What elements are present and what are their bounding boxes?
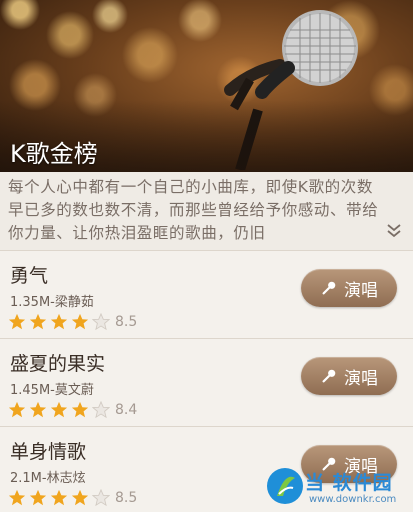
star-filled-icon: [50, 401, 68, 418]
page-title: K歌金榜: [10, 140, 98, 168]
star-filled-icon: [71, 489, 89, 506]
rating-stars: 8.5: [8, 489, 137, 507]
star-filled-icon: [8, 313, 26, 330]
song-meta: 1.35M-梁静茹: [10, 295, 94, 310]
star-empty-icon: [92, 489, 110, 507]
sing-button-label: 演唱: [344, 368, 378, 389]
microphone-icon: [322, 369, 336, 383]
star-empty-icon: [92, 313, 110, 331]
watermark-url: www.downkr.com: [309, 494, 397, 505]
song-title: 单身情歌: [10, 441, 87, 463]
sing-button[interactable]: 演唱: [301, 269, 397, 307]
star-filled-icon: [71, 401, 89, 418]
brand-logo-icon: [267, 468, 303, 504]
microphone-icon: [322, 281, 336, 295]
rating-stars: 8.4: [8, 401, 137, 419]
sing-button-label: 演唱: [344, 280, 378, 301]
rating-stars: 8.5: [8, 313, 137, 331]
star-filled-icon: [29, 313, 47, 330]
star-filled-icon: [71, 313, 89, 330]
song-score: 8.5: [115, 490, 138, 506]
star-filled-icon: [8, 401, 26, 418]
song-score: 8.4: [115, 402, 138, 418]
song-title: 勇气: [10, 265, 49, 287]
star-filled-icon: [50, 313, 68, 330]
song-title: 盛夏的果实: [10, 353, 106, 375]
watermark: 当 软件园 www.downkr.com: [265, 466, 405, 512]
description-text: 每个人心中都有一个自己的小曲库，即使K歌的次数早已多的数也数不清，而那些曾经给予…: [0, 172, 413, 250]
song-score: 8.5: [115, 314, 138, 330]
star-filled-icon: [8, 489, 26, 506]
star-filled-icon: [50, 489, 68, 506]
expand-chevron-icon[interactable]: [385, 222, 403, 240]
sing-button[interactable]: 演唱: [301, 357, 397, 395]
song-meta: 2.1M-林志炫: [10, 471, 86, 486]
song-row[interactable]: 盛夏的果实 1.45M-莫文蔚 8.4 演唱: [0, 338, 413, 426]
star-filled-icon: [29, 489, 47, 506]
watermark-brand: 当 软件园: [305, 472, 393, 494]
hero-banner: K歌金榜: [0, 0, 413, 172]
star-filled-icon: [29, 401, 47, 418]
star-empty-icon: [92, 401, 110, 419]
song-meta: 1.45M-莫文蔚: [10, 383, 94, 398]
song-row[interactable]: 勇气 1.35M-梁静茹 8.5 演唱: [0, 250, 413, 338]
